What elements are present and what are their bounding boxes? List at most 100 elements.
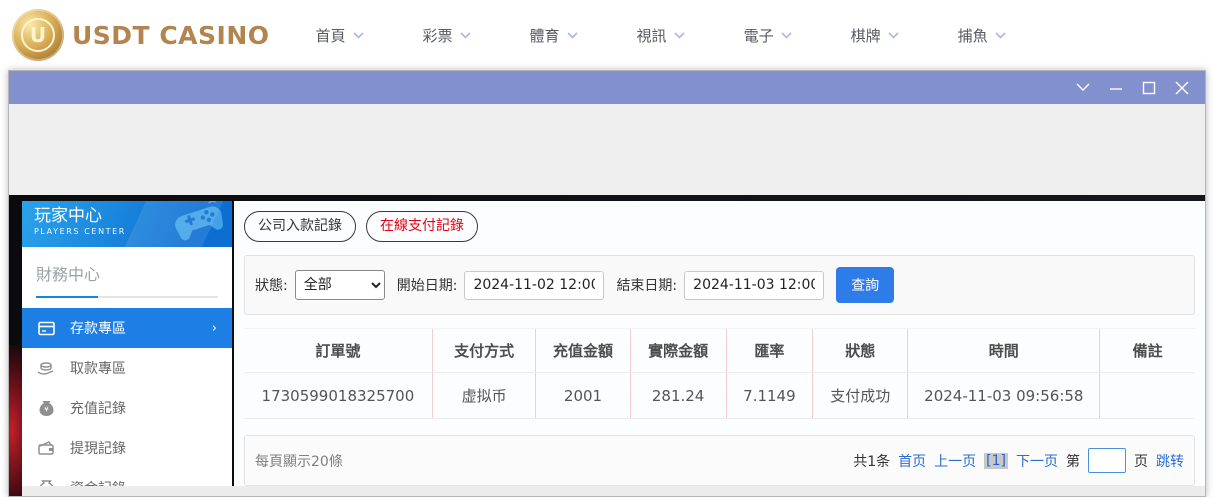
- cell-status: 支付成功: [812, 372, 908, 419]
- deposit-card-icon: [37, 321, 55, 336]
- player-center-window: 玩家中心 PLAYERS CENTER 財務中心 存款專區 › 取款專區 ¥ 充…: [8, 70, 1206, 497]
- page-number-input[interactable]: [1088, 448, 1126, 473]
- nav-item-label: 視訊: [636, 26, 667, 45]
- cell-pay-method: 虚拟币: [431, 372, 536, 419]
- end-date-input[interactable]: [684, 270, 825, 300]
- sidebar-item-label: 取款專區: [70, 361, 126, 377]
- withdraw-hand-icon: [37, 361, 55, 375]
- nav-item-label: 棋牌: [850, 26, 881, 45]
- first-page-link[interactable]: 首页: [898, 451, 926, 471]
- end-date-label: 結束日期:: [616, 278, 678, 294]
- brand-name: USDT CASINO: [72, 20, 270, 50]
- nav-item-label: 捕魚: [957, 26, 988, 45]
- sidebar-item-withdraw-records[interactable]: 提現記錄: [22, 428, 232, 468]
- header-remark: 備註: [1099, 328, 1195, 373]
- start-date-input[interactable]: [464, 270, 605, 300]
- total-count: 共1条: [853, 453, 891, 470]
- nav-item-label: 電子: [743, 26, 774, 45]
- cell-recharge-amount: 2001: [535, 372, 631, 419]
- minimize-icon[interactable]: [1109, 81, 1123, 95]
- page-prefix-label: 第: [1066, 453, 1080, 470]
- status-label: 狀態:: [255, 278, 288, 294]
- chevron-down-icon: [352, 31, 364, 39]
- chevron-down-icon: [781, 31, 792, 39]
- pager: 共1条 首页 上一页 [1] 下一页 第 页 跳转: [853, 448, 1184, 473]
- sidebar-item-label: 資金記錄: [70, 478, 126, 486]
- close-icon[interactable]: [1175, 81, 1189, 95]
- gamepad-icon: [175, 201, 224, 241]
- tab-online-payment-records[interactable]: 在線支付記錄: [366, 211, 478, 242]
- query-button[interactable]: 查詢: [836, 267, 895, 303]
- filter-bar: 狀態: 全部 開始日期: 結束日期: 查詢: [244, 255, 1195, 315]
- cell-order-no: 1730599018325700: [244, 372, 433, 419]
- record-tabs: 公司入款記錄 在線支付記錄: [244, 211, 1195, 242]
- brand-logo[interactable]: U USDT CASINO: [12, 9, 270, 61]
- cell-actual-amount: 281.24: [629, 372, 727, 419]
- sidebar-menu: 存款專區 › 取款專區 ¥ 充值記錄 提現記錄: [22, 308, 232, 486]
- finance-section: 財務中心: [22, 247, 232, 304]
- window-empty-area: [9, 104, 1205, 195]
- sidebar-title: 玩家中心: [34, 206, 102, 226]
- per-page-label: 每頁顯示20條: [255, 453, 343, 470]
- next-page-link[interactable]: 下一页: [1016, 451, 1058, 471]
- header-time: 時間: [907, 328, 1100, 373]
- site-navbar: U USDT CASINO 首頁 彩票 體育 視訊 電子 棋牌 捕魚: [0, 0, 1214, 70]
- sidebar-subtitle: PLAYERS CENTER: [34, 227, 126, 236]
- nav-item-slots[interactable]: 電子: [744, 25, 792, 46]
- nav-item-label: 彩票: [422, 26, 453, 45]
- window-content: 玩家中心 PLAYERS CENTER 財務中心 存款專區 › 取款專區 ¥ 充…: [9, 195, 1205, 496]
- page-suffix-label: 页: [1134, 453, 1148, 470]
- cell-time: 2024-11-03 09:56:58: [907, 372, 1100, 419]
- sidebar-item-recharge-records[interactable]: ¥ 充值記錄: [22, 388, 232, 428]
- sidebar-item-deposit[interactable]: 存款專區 ›: [22, 308, 232, 348]
- brand-logo-letter: U: [21, 18, 55, 52]
- recharge-moneybag-icon: ¥: [37, 400, 55, 416]
- player-center-sidebar: 玩家中心 PLAYERS CENTER 財務中心 存款專區 › 取款專區 ¥ 充…: [22, 201, 232, 486]
- jump-link[interactable]: 跳转: [1156, 451, 1184, 471]
- section-underline: [36, 296, 218, 298]
- sidebar-header: 玩家中心 PLAYERS CENTER: [22, 201, 232, 247]
- chevron-right-icon: ›: [211, 320, 217, 336]
- svg-text:¥: ¥: [44, 406, 49, 414]
- status-select[interactable]: 全部: [294, 270, 385, 300]
- current-page: [1]: [984, 452, 1008, 469]
- nav-item-cards[interactable]: 棋牌: [851, 25, 899, 46]
- sidebar-item-label: 存款專區: [70, 321, 126, 337]
- table-row: 1730599018325700 虚拟币 2001 281.24 7.1149 …: [244, 372, 1195, 419]
- chevron-down-icon: [459, 31, 471, 39]
- nav-item-label: 首頁: [315, 26, 346, 45]
- sidebar-item-funds-records[interactable]: $ 資金記錄: [22, 468, 232, 486]
- chevron-down-icon: [888, 31, 899, 39]
- nav-item-lottery[interactable]: 彩票: [423, 25, 471, 46]
- header-order-no: 訂單號: [244, 328, 433, 373]
- pagination-bar: 每頁顯示20條 共1条 首页 上一页 [1] 下一页 第 页 跳转: [244, 435, 1195, 486]
- chevron-down-icon: [995, 31, 1006, 39]
- brand-logo-icon: U: [12, 9, 64, 61]
- tab-company-deposit-records[interactable]: 公司入款記錄: [244, 211, 356, 242]
- records-main-panel: 公司入款記錄 在線支付記錄 狀態: 全部 開始日期: 結束日期: 查詢: [234, 201, 1205, 486]
- header-status: 狀態: [812, 328, 908, 373]
- nav-item-fishing[interactable]: 捕魚: [958, 25, 1006, 46]
- finance-section-title: 財務中心: [36, 265, 101, 284]
- window-titlebar: [9, 71, 1205, 104]
- payment-records-table: 訂單號 支付方式 充值金額 實際金額 匯率 狀態 時間 備註 173059901…: [244, 328, 1195, 419]
- main-nav: 首頁 彩票 體育 視訊 電子 棋牌 捕魚: [316, 25, 1006, 46]
- header-recharge-amount: 充值金額: [535, 328, 631, 373]
- chevron-down-icon: [566, 31, 578, 39]
- chevron-down-icon[interactable]: [1076, 81, 1090, 95]
- header-exchange-rate: 匯率: [725, 328, 813, 373]
- maximize-icon[interactable]: [1142, 81, 1156, 95]
- sidebar-item-label: 提現記錄: [70, 441, 126, 457]
- cell-remark: [1099, 372, 1195, 419]
- start-date-label: 開始日期:: [396, 278, 458, 294]
- sidebar-item-label: 充值記錄: [70, 401, 126, 417]
- nav-item-video[interactable]: 視訊: [637, 25, 685, 46]
- table-header-row: 訂單號 支付方式 充值金額 實際金額 匯率 狀態 時間 備註: [244, 328, 1195, 373]
- header-actual-amount: 實際金額: [629, 328, 727, 373]
- sidebar-item-withdraw[interactable]: 取款專區: [22, 348, 232, 388]
- bottom-strip: [22, 486, 1205, 496]
- nav-item-home[interactable]: 首頁: [316, 25, 364, 46]
- withdraw-wallet-icon: [37, 441, 55, 455]
- nav-item-sports[interactable]: 體育: [530, 25, 578, 46]
- prev-page-link[interactable]: 上一页: [934, 451, 976, 471]
